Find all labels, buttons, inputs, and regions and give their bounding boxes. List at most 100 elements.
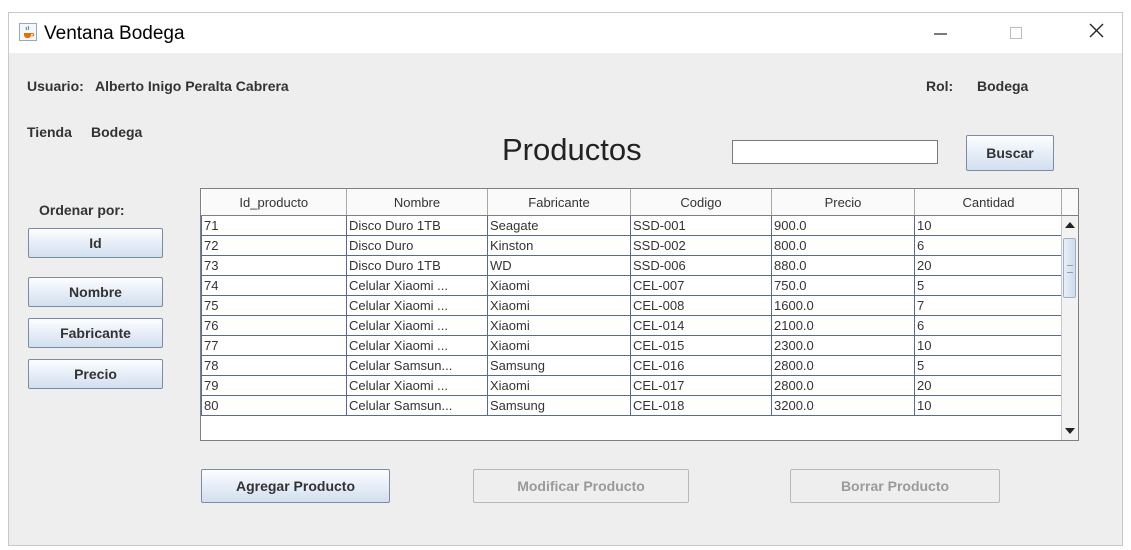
sort-nombre-button[interactable]: Nombre — [28, 277, 163, 307]
cell-codigo: CEL-014 — [630, 315, 772, 336]
cell-id: 75 — [201, 295, 347, 316]
cell-fabricante: Xiaomi — [487, 275, 631, 296]
cell-codigo: SSD-001 — [630, 215, 772, 236]
cell-cantidad: 10 — [914, 395, 1063, 416]
cell-cantidad: 7 — [914, 295, 1063, 316]
cell-id: 79 — [201, 375, 347, 396]
cell-codigo: CEL-018 — [630, 395, 772, 416]
table-header-corner — [1061, 189, 1078, 216]
search-button[interactable]: Buscar — [966, 135, 1054, 171]
java-coffee-icon — [19, 23, 37, 41]
cell-id: 76 — [201, 315, 347, 336]
sort-precio-button[interactable]: Precio — [28, 359, 163, 389]
vertical-scrollbar[interactable] — [1061, 216, 1078, 440]
cell-nombre: Celular Xiaomi ... — [346, 375, 488, 396]
sort-fabricante-button[interactable]: Fabricante — [28, 318, 163, 348]
cell-precio: 880.0 — [771, 255, 915, 276]
cell-id: 73 — [201, 255, 347, 276]
cell-codigo: CEL-008 — [630, 295, 772, 316]
table-row[interactable]: 80 Celular Samsun... Samsung CEL-018 320… — [201, 395, 1063, 416]
rol-label: Rol: — [926, 78, 954, 94]
products-table[interactable]: Id_producto Nombre Fabricante Codigo Pre… — [200, 188, 1079, 441]
cell-fabricante: Samsung — [487, 395, 631, 416]
table-row[interactable]: 76 Celular Xiaomi ... Xiaomi CEL-014 210… — [201, 315, 1063, 336]
close-button[interactable] — [1073, 13, 1119, 53]
maximize-button[interactable] — [994, 13, 1040, 53]
cell-precio: 1600.0 — [771, 295, 915, 316]
table-row[interactable]: 73 Disco Duro 1TB WD SSD-006 880.0 20 — [201, 255, 1063, 276]
cell-fabricante: Xiaomi — [487, 375, 631, 396]
cell-precio: 750.0 — [771, 275, 915, 296]
table-row[interactable]: 75 Celular Xiaomi ... Xiaomi CEL-008 160… — [201, 295, 1063, 316]
cell-fabricante: Samsung — [487, 355, 631, 376]
tienda-value: Bodega — [91, 124, 143, 140]
cell-cantidad: 6 — [914, 235, 1063, 256]
column-header-cantidad[interactable]: Cantidad — [914, 189, 1063, 216]
maximize-icon — [1010, 27, 1022, 39]
close-icon — [1089, 23, 1104, 38]
cell-codigo: SSD-006 — [630, 255, 772, 276]
tienda-label: Tienda — [27, 124, 72, 140]
cell-precio: 900.0 — [771, 215, 915, 236]
cell-id: 71 — [201, 215, 347, 236]
table-row[interactable]: 71 Disco Duro 1TB Seagate SSD-001 900.0 … — [201, 215, 1063, 236]
column-header-id[interactable]: Id_producto — [201, 189, 347, 216]
sort-id-button[interactable]: Id — [28, 228, 163, 258]
delete-product-button[interactable]: Borrar Producto — [790, 469, 1000, 503]
cell-id: 77 — [201, 335, 347, 356]
cell-nombre: Celular Xiaomi ... — [346, 275, 488, 296]
cell-cantidad: 6 — [914, 315, 1063, 336]
cell-fabricante: Xiaomi — [487, 295, 631, 316]
scroll-grip-icon — [1067, 265, 1073, 273]
cell-cantidad: 20 — [914, 255, 1063, 276]
cell-precio: 2300.0 — [771, 335, 915, 356]
title-bar: Ventana Bodega — [9, 13, 1122, 53]
table-row[interactable]: 77 Celular Xiaomi ... Xiaomi CEL-015 230… — [201, 335, 1063, 356]
cell-nombre: Celular Xiaomi ... — [346, 295, 488, 316]
cell-id: 72 — [201, 235, 347, 256]
search-input[interactable] — [732, 140, 938, 164]
cell-id: 80 — [201, 395, 347, 416]
usuario-value: Alberto Inigo Peralta Cabrera — [95, 78, 289, 94]
page-title: Productos — [502, 132, 642, 167]
column-header-precio[interactable]: Precio — [771, 189, 915, 216]
column-header-codigo[interactable]: Codigo — [630, 189, 772, 216]
cell-fabricante: Seagate — [487, 215, 631, 236]
scroll-down-arrow-icon[interactable] — [1065, 428, 1075, 434]
cell-id: 74 — [201, 275, 347, 296]
cell-nombre: Disco Duro 1TB — [346, 215, 488, 236]
products-grid: Id_producto Nombre Fabricante Codigo Pre… — [201, 189, 1063, 416]
column-header-nombre[interactable]: Nombre — [346, 189, 488, 216]
cell-codigo: CEL-016 — [630, 355, 772, 376]
usuario-label: Usuario: — [27, 78, 84, 94]
minimize-button[interactable] — [917, 13, 963, 53]
table-row[interactable]: 74 Celular Xiaomi ... Xiaomi CEL-007 750… — [201, 275, 1063, 296]
scrollbar-thumb[interactable] — [1063, 238, 1076, 298]
cell-cantidad: 20 — [914, 375, 1063, 396]
cell-codigo: SSD-002 — [630, 235, 772, 256]
add-product-button[interactable]: Agregar Producto — [201, 469, 390, 503]
table-row[interactable]: 79 Celular Xiaomi ... Xiaomi CEL-017 280… — [201, 375, 1063, 396]
cell-cantidad: 10 — [914, 215, 1063, 236]
table-row[interactable]: 78 Celular Samsun... Samsung CEL-016 280… — [201, 355, 1063, 376]
column-header-fabricante[interactable]: Fabricante — [487, 189, 631, 216]
cell-precio: 2800.0 — [771, 375, 915, 396]
cell-id: 78 — [201, 355, 347, 376]
cell-codigo: CEL-015 — [630, 335, 772, 356]
minimize-icon — [934, 33, 947, 35]
cell-nombre: Disco Duro — [346, 235, 488, 256]
table-row[interactable]: 72 Disco Duro Kinston SSD-002 800.0 6 — [201, 235, 1063, 256]
cell-precio: 2800.0 — [771, 355, 915, 376]
cell-fabricante: WD — [487, 255, 631, 276]
cell-fabricante: Xiaomi — [487, 335, 631, 356]
window-title: Ventana Bodega — [44, 23, 185, 44]
cell-fabricante: Xiaomi — [487, 315, 631, 336]
cell-precio: 800.0 — [771, 235, 915, 256]
sort-label: Ordenar por: — [39, 202, 125, 218]
cell-codigo: CEL-017 — [630, 375, 772, 396]
cell-fabricante: Kinston — [487, 235, 631, 256]
modify-product-button[interactable]: Modificar Producto — [473, 469, 689, 503]
app-window: Ventana Bodega Usuario: Alberto Inigo Pe… — [8, 12, 1123, 546]
cell-precio: 3200.0 — [771, 395, 915, 416]
scroll-up-arrow-icon[interactable] — [1065, 222, 1075, 228]
